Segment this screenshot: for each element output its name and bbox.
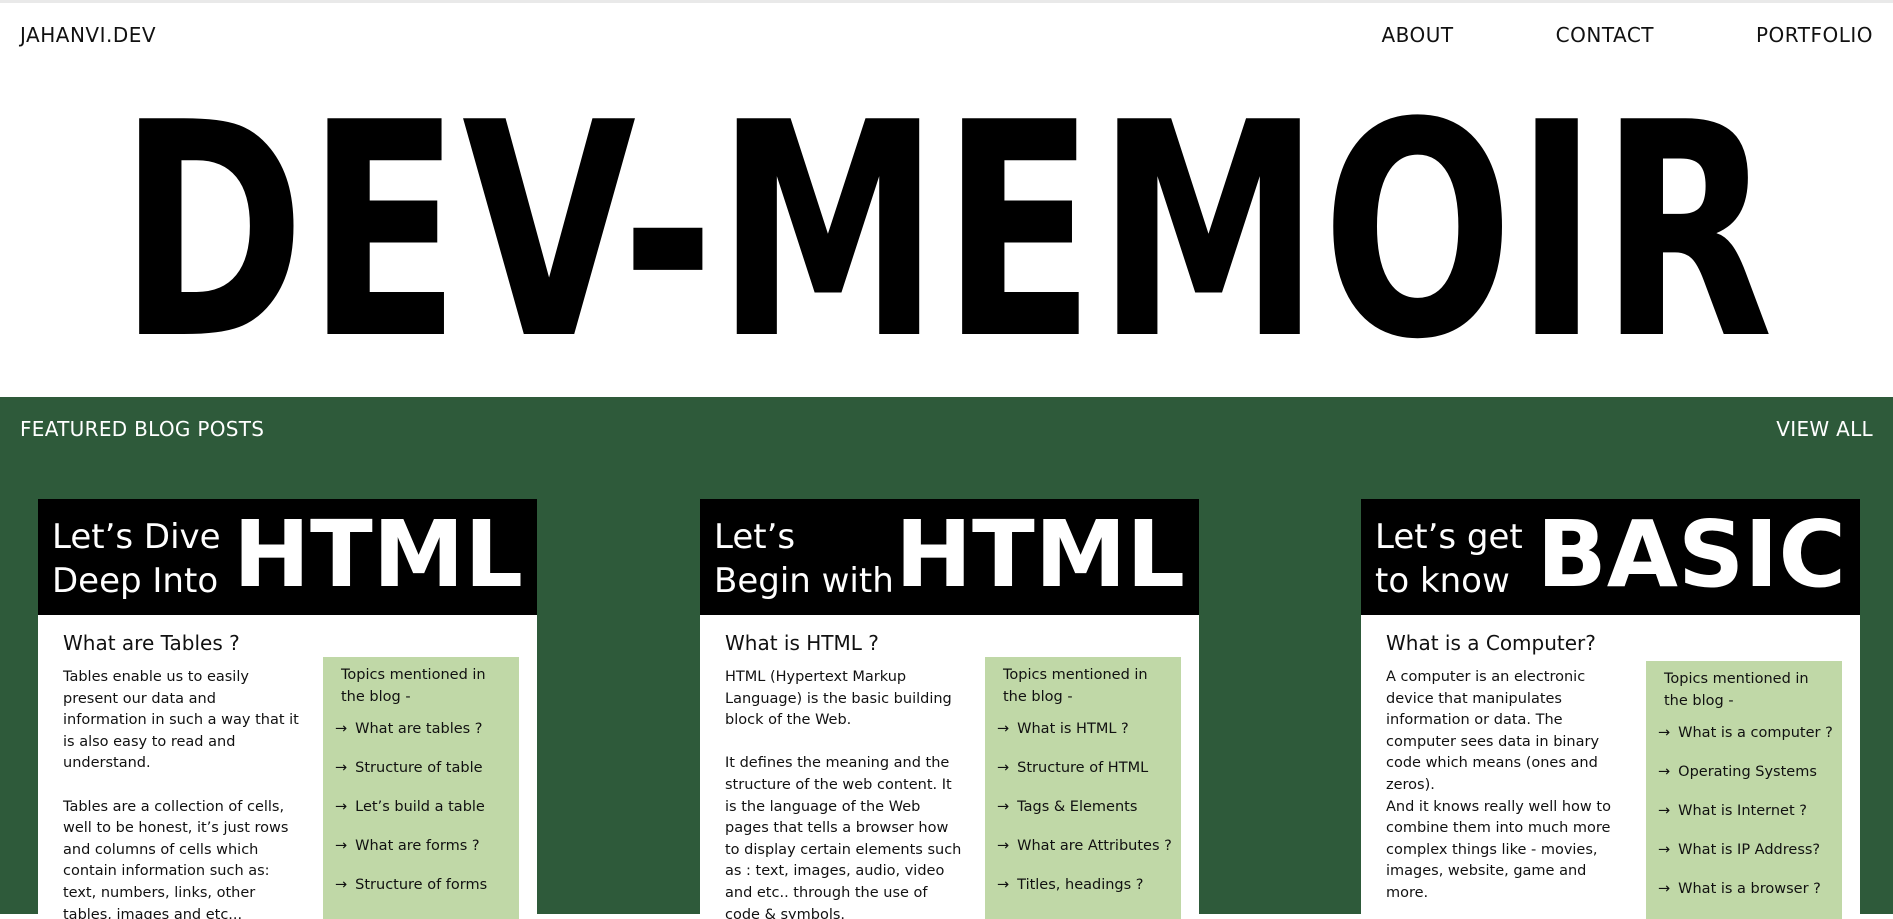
topic-item: → Structure of HTML xyxy=(997,760,1149,777)
card-text: HTML (Hypertext Markup Language) is the … xyxy=(725,669,962,919)
card-heading: What is HTML ? xyxy=(725,631,879,655)
topic-item: → What are tables ? xyxy=(335,721,483,738)
arrow-right-icon: → xyxy=(997,721,1010,738)
blog-card[interactable]: Let’s Dive Deep Into HTML What are Table… xyxy=(38,499,537,919)
topics-box: Topics mentioned in the blog - → What is … xyxy=(985,657,1181,919)
arrow-right-icon: → xyxy=(997,799,1010,816)
nav-links: ABOUT CONTACT PORTFOLIO xyxy=(1280,23,1874,47)
banner-small-text: Let’s get to know xyxy=(1375,517,1523,601)
topics-title: Topics mentioned in the blog - xyxy=(341,667,486,705)
topics-box: Topics mentioned in the blog - → What is … xyxy=(1646,661,1842,919)
banner-big-text: HTML xyxy=(233,501,523,608)
featured-header: FEATURED BLOG POSTS VIEW ALL xyxy=(0,397,1893,461)
card-heading: What are Tables ? xyxy=(63,631,240,655)
nav-link-portfolio[interactable]: PORTFOLIO xyxy=(1756,23,1873,47)
arrow-right-icon: → xyxy=(1658,842,1671,859)
nav-link-about[interactable]: ABOUT xyxy=(1382,23,1454,47)
arrow-right-icon: → xyxy=(335,760,348,777)
nav-link-contact[interactable]: CONTACT xyxy=(1556,23,1654,47)
topics-title: Topics mentioned in the blog - xyxy=(1664,671,1809,709)
topic-item: → What is IP Address? xyxy=(1658,842,1821,859)
arrow-right-icon: → xyxy=(997,760,1010,777)
featured-section: FEATURED BLOG POSTS VIEW ALL Let’s Dive … xyxy=(0,397,1893,919)
arrow-right-icon: → xyxy=(1658,725,1671,742)
card-heading: What is a Computer? xyxy=(1386,631,1596,655)
topic-item: → What are Attributes ? xyxy=(997,838,1172,855)
topic-item: → Let’s build a table xyxy=(335,799,485,816)
topic-item: → What is a computer ? xyxy=(1658,725,1833,742)
banner-small-text: Let’s Dive Deep Into xyxy=(52,517,221,601)
arrow-right-icon: → xyxy=(335,838,348,855)
featured-title: FEATURED BLOG POSTS xyxy=(20,417,265,441)
topic-item: → What is Internet ? xyxy=(1658,803,1807,820)
arrow-right-icon: → xyxy=(1658,803,1671,820)
arrow-right-icon: → xyxy=(335,799,348,816)
banner-small-text: Let’s Begin with xyxy=(714,517,894,601)
arrow-right-icon: → xyxy=(997,838,1010,855)
arrow-right-icon: → xyxy=(1658,881,1671,898)
topic-item: → What are forms ? xyxy=(335,838,480,855)
topic-item: → Structure of forms xyxy=(335,877,488,894)
card-banner: Let’s Dive Deep Into HTML xyxy=(38,499,537,615)
arrow-right-icon: → xyxy=(335,877,348,894)
view-all-link[interactable]: VIEW ALL xyxy=(1776,417,1873,441)
topic-item: → What is a browser ? xyxy=(1658,881,1821,898)
banner-big-text: BASIC xyxy=(1536,501,1846,608)
topic-item: → Structure of table xyxy=(335,760,483,777)
topic-item: → What is HTML ? xyxy=(997,721,1129,738)
navbar: JAHANVI.DEV ABOUT CONTACT PORTFOLIO xyxy=(0,3,1893,67)
topic-item: → Titles, headings ? xyxy=(997,877,1144,894)
banner-big-text: HTML xyxy=(895,501,1185,608)
card-text: A computer is an electronic device that … xyxy=(1386,669,1611,901)
topic-item: → Operating Systems xyxy=(1658,764,1817,781)
blog-card[interactable]: Let’s Begin with HTML What is HTML ? HTM… xyxy=(700,499,1199,919)
card-banner: Let’s get to know BASIC xyxy=(1361,499,1860,615)
blog-card[interactable]: Let’s get to know BASIC What is a Comput… xyxy=(1361,499,1860,919)
topic-item: → Tags & Elements xyxy=(997,799,1138,816)
arrow-right-icon: → xyxy=(997,877,1010,894)
card-text: Tables enable us to easily present our d… xyxy=(63,669,299,919)
hero: DEV-MEMOIR xyxy=(0,72,1893,392)
hero-title: DEV-MEMOIR xyxy=(118,59,1775,404)
arrow-right-icon: → xyxy=(1658,764,1671,781)
site-brand[interactable]: JAHANVI.DEV xyxy=(20,23,156,47)
topics-title: Topics mentioned in the blog - xyxy=(1003,667,1148,705)
topics-box: Topics mentioned in the blog - → What are… xyxy=(323,657,519,919)
arrow-right-icon: → xyxy=(335,721,348,738)
card-banner: Let’s Begin with HTML xyxy=(700,499,1199,615)
